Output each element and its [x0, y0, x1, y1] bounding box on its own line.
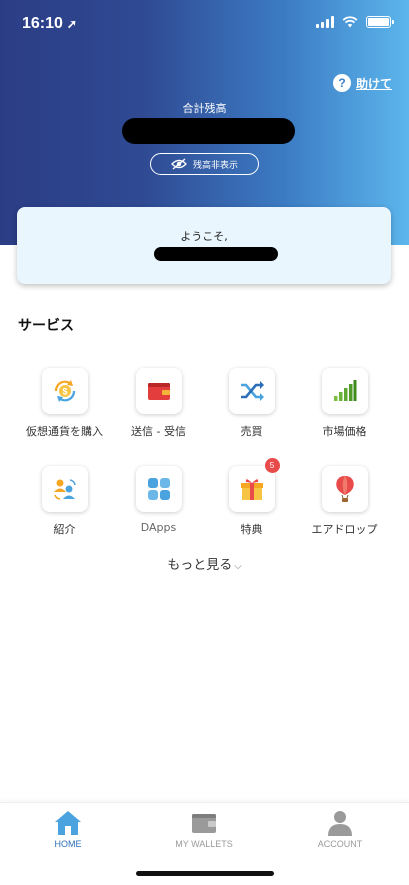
help-icon: ? [332, 74, 351, 92]
home-icon [55, 811, 81, 835]
balloon-icon [321, 466, 368, 512]
tab-label: ACCOUNT [317, 839, 363, 849]
service-label: 市場価格 [322, 425, 367, 438]
service-label: エアドロップ [311, 523, 378, 536]
hide-balance-label: 残高非表示 [192, 160, 238, 171]
gift-icon: 5 [228, 458, 280, 512]
total-balance-title: 合計残高 [182, 102, 227, 115]
hide-balance-button[interactable]: 残高非表示 [150, 153, 259, 175]
welcome-card: ようこそ, [17, 207, 391, 284]
service-label: 仮想通貨を購入 [26, 425, 103, 438]
service-perks[interactable]: 5 特典 [204, 458, 299, 537]
wifi-icon [342, 16, 358, 28]
tab-label: HOME [54, 839, 82, 849]
help-label: 助けて [355, 76, 392, 91]
service-market-price[interactable]: 市場価格 [297, 368, 392, 439]
signal-bars-icon [321, 368, 368, 414]
svg-text:$: $ [62, 387, 67, 397]
wallet-icon [192, 814, 216, 833]
user-icon [328, 811, 352, 836]
service-trade[interactable]: 売買 [204, 368, 299, 439]
buy-crypto-icon: $ [41, 368, 88, 414]
service-label: 送信 - 受信 [131, 425, 186, 438]
eye-slash-icon [171, 158, 187, 170]
status-time-text: 16:10 [22, 15, 63, 32]
tab-home[interactable]: HOME [0, 809, 136, 849]
service-airdrop[interactable]: エアドロップ [297, 466, 392, 537]
status-bar: 16:10 ➚ [0, 0, 409, 50]
chevron-down-icon: ⌵ [234, 561, 242, 572]
tab-account[interactable]: ACCOUNT [272, 809, 408, 849]
see-more-button[interactable]: もっと見る ⌵ [0, 554, 409, 573]
cellular-signal-icon [316, 16, 334, 28]
services-title: サービス [18, 318, 74, 334]
username-redaction [154, 247, 278, 261]
help-link[interactable]: ? 助けて [332, 74, 392, 92]
tab-my-wallets[interactable]: MY WALLETS [136, 809, 272, 849]
service-label: 紹介 [53, 523, 76, 536]
service-send-receive[interactable]: 送信 - 受信 [111, 368, 206, 439]
see-more-label: もっと見る [167, 558, 233, 573]
service-label: 特典 [240, 523, 263, 536]
location-arrow-icon: ➚ [66, 17, 77, 31]
referral-icon [41, 466, 88, 512]
status-time: 16:10 ➚ [22, 15, 77, 33]
apps-grid-icon [135, 466, 182, 512]
service-dapps[interactable]: DApps [111, 466, 206, 534]
welcome-text: ようこそ, [180, 230, 228, 243]
status-icons [316, 16, 394, 28]
service-referral[interactable]: 紹介 [17, 466, 112, 537]
shuffle-icon [228, 368, 275, 414]
notification-badge: 5 [264, 458, 280, 473]
battery-icon [366, 16, 394, 28]
tab-label: MY WALLETS [175, 839, 233, 849]
home-indicator [136, 871, 274, 876]
balance-redaction [122, 118, 295, 144]
service-label: 売買 [240, 425, 263, 438]
service-buy-crypto[interactable]: $ 仮想通貨を購入 [17, 368, 112, 439]
service-label: DApps [140, 521, 177, 534]
wallet-icon [135, 368, 182, 414]
